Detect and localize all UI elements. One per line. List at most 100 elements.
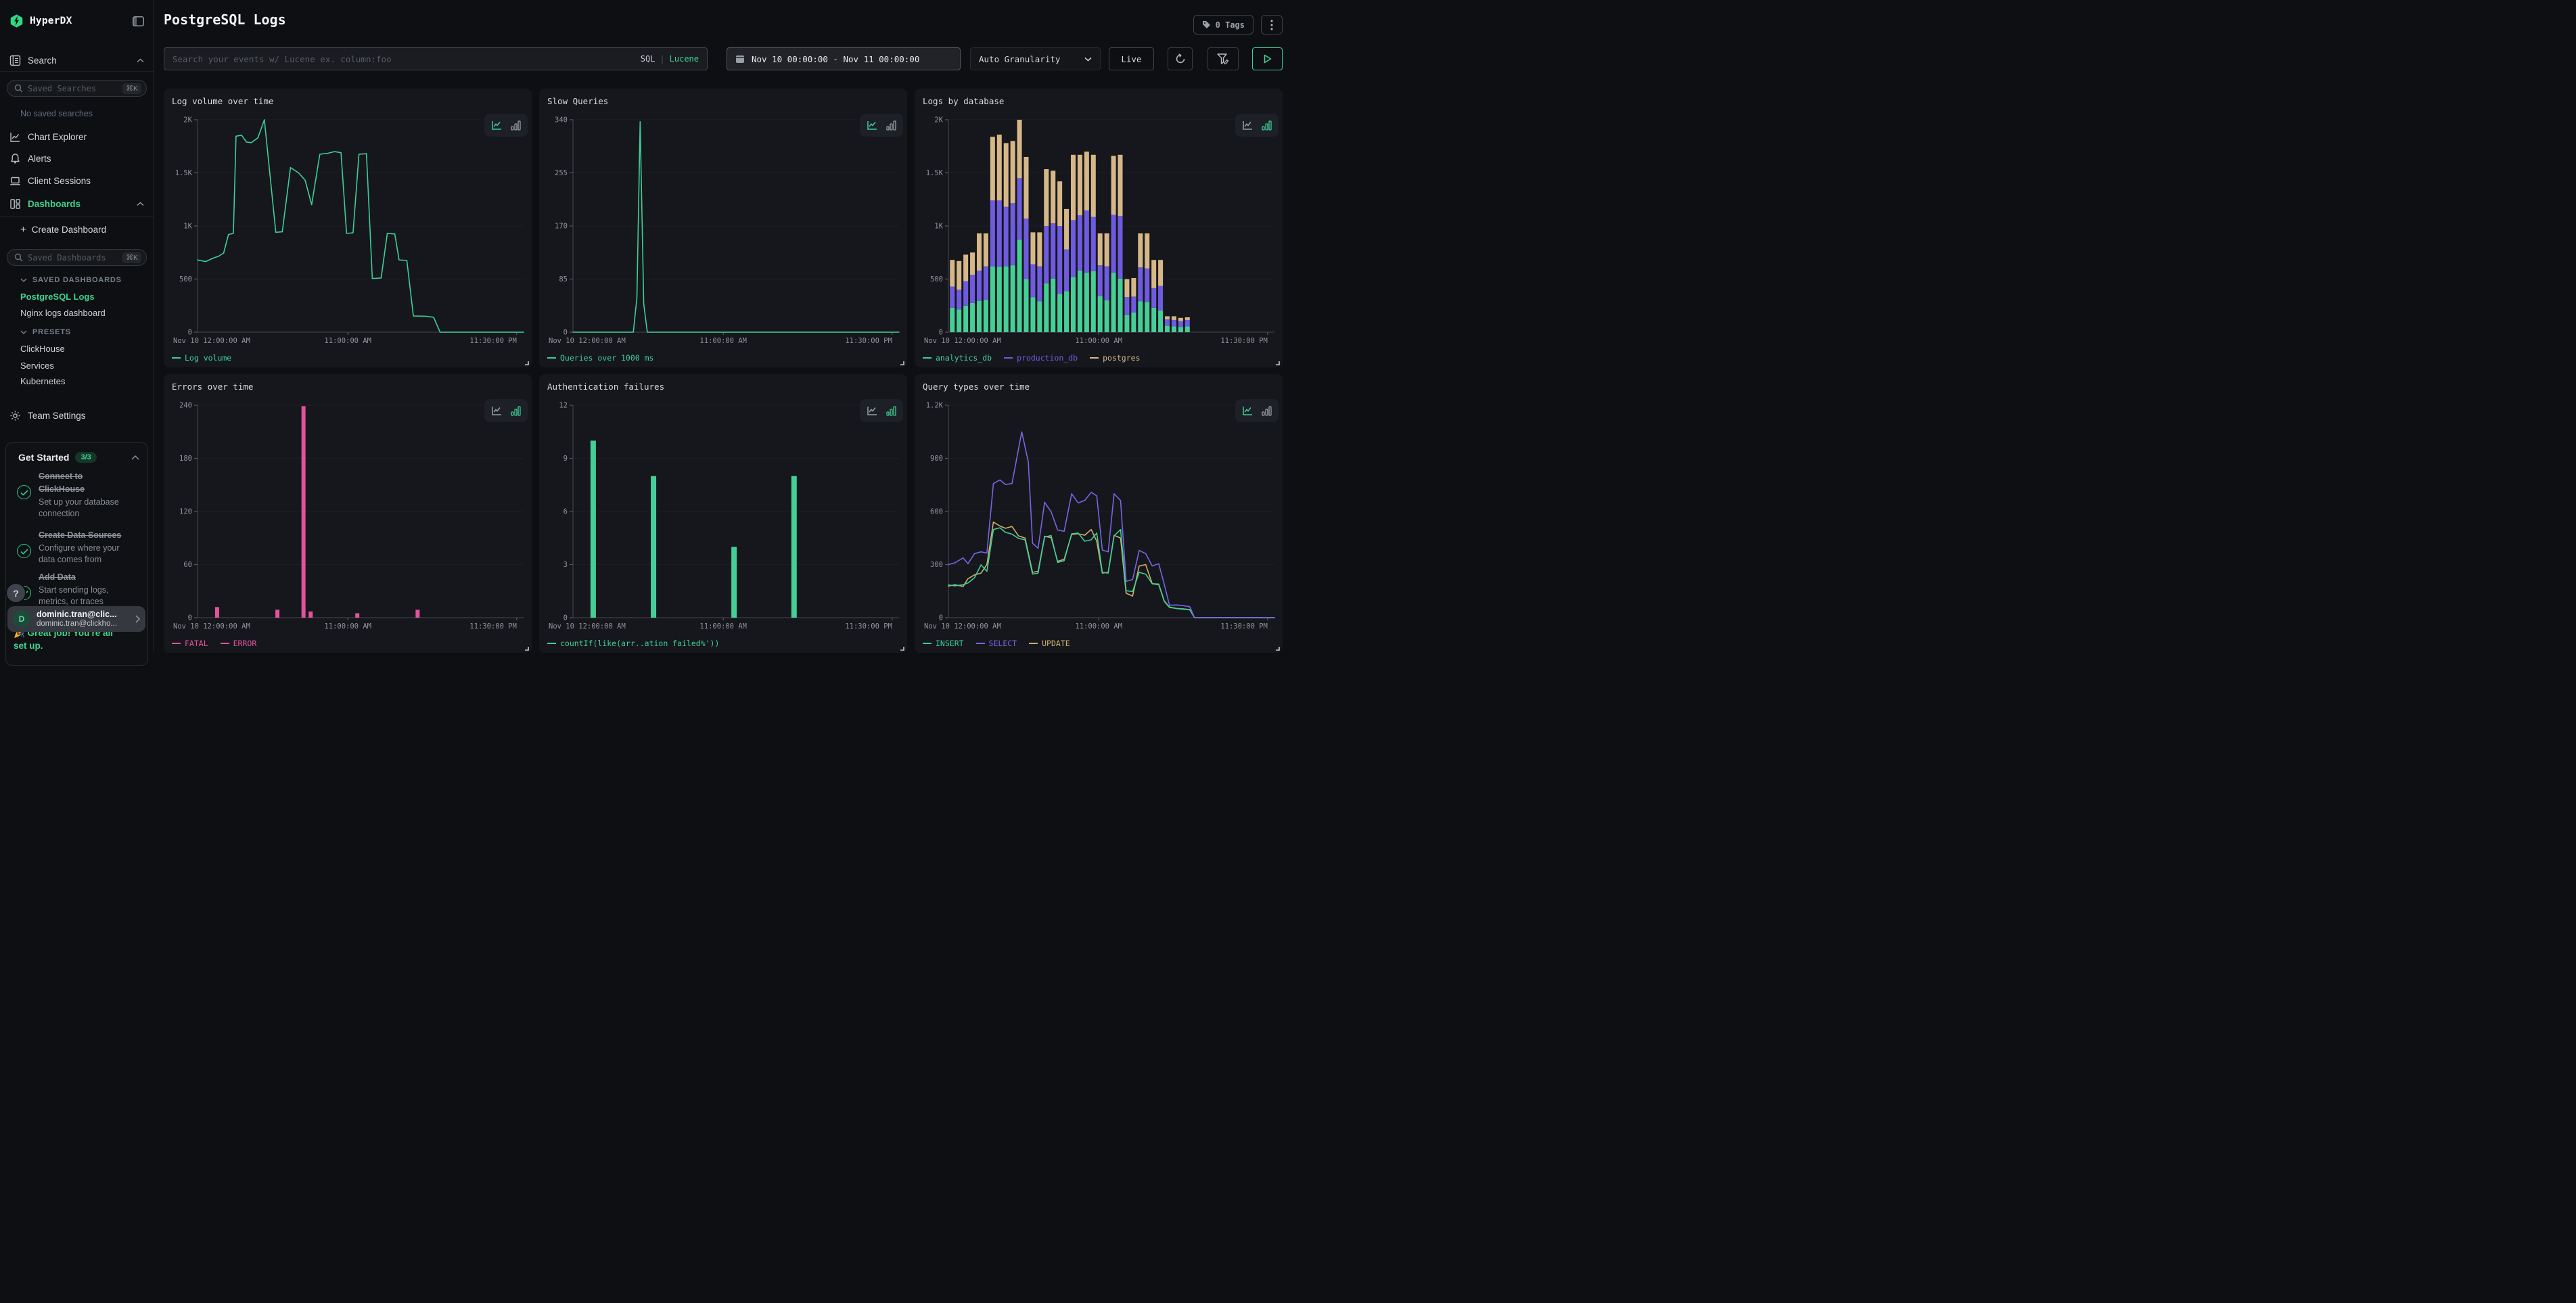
sidebar-item-kubernetes[interactable]: Kubernetes (20, 376, 66, 386)
svg-text:11:00:00 AM: 11:00:00 AM (1075, 337, 1122, 345)
help-button[interactable]: ? (7, 584, 25, 602)
chevron-up-icon[interactable] (131, 455, 139, 460)
page-title: PostgreSQL Logs (164, 12, 286, 28)
svg-text:Nov 10 12:00:00 AM: Nov 10 12:00:00 AM (924, 622, 1001, 631)
svg-text:0: 0 (564, 614, 568, 622)
svg-text:0: 0 (939, 614, 943, 622)
svg-text:0: 0 (188, 614, 192, 622)
bar-view-icon[interactable] (886, 406, 896, 416)
no-saved-searches-text: No saved searches (20, 109, 93, 118)
get-started-item-connect[interactable]: Connect to ClickHouse Set up your databa… (17, 470, 141, 519)
create-dashboard-label: Create Dashboard (32, 225, 106, 235)
chart-plot-area[interactable]: 05001K1.5K2KNov 10 12:00:00 AM11:00:00 A… (921, 112, 1277, 347)
line-view-icon[interactable] (1242, 406, 1254, 416)
resize-handle-icon[interactable] (898, 359, 904, 365)
chart-card-1: Slow Queries085170255340Nov 10 12:00:00 … (539, 89, 907, 367)
legend-item[interactable]: Log volume (172, 353, 231, 363)
tags-button[interactable]: 0 Tags (1193, 15, 1254, 35)
legend-item[interactable]: INSERT (923, 639, 964, 648)
bar-view-icon[interactable] (1262, 406, 1272, 416)
chart-legend: Log volume (172, 353, 231, 363)
resize-handle-icon[interactable] (1274, 645, 1280, 651)
divider (0, 71, 154, 72)
line-chart-icon (9, 131, 21, 143)
chart-plot-area[interactable]: 036912Nov 10 12:00:00 AM11:00:00 AM11:30… (546, 397, 902, 633)
chart-plot-area[interactable]: 03006009001.2KNov 10 12:00:00 AM11:00:00… (921, 397, 1277, 633)
main-content: PostgreSQL Logs 0 Tags Search your event… (155, 0, 1288, 652)
section-presets[interactable]: PRESETS (20, 328, 71, 336)
legend-item[interactable]: analytics_db (923, 353, 992, 363)
lucene-mode-toggle[interactable]: Lucene (670, 54, 699, 64)
svg-text:255: 255 (555, 169, 568, 177)
sidebar-item-postgresql-logs[interactable]: PostgreSQL Logs (20, 292, 95, 302)
line-view-icon[interactable] (1242, 120, 1254, 131)
filter-button[interactable] (1208, 47, 1239, 70)
resize-handle-icon[interactable] (523, 645, 529, 651)
line-view-icon[interactable] (491, 406, 503, 416)
svg-text:Nov 10 12:00:00 AM: Nov 10 12:00:00 AM (173, 337, 250, 345)
saved-dashboards-input[interactable]: Saved Dashboards ⌘K (7, 249, 147, 266)
bar-view-icon[interactable] (1262, 120, 1272, 131)
date-range-value: Nov 10 00:00:00 - Nov 11 00:00:00 (752, 54, 919, 64)
resize-handle-icon[interactable] (898, 645, 904, 651)
saved-searches-input[interactable]: Saved Searches ⌘K (7, 80, 147, 97)
collapse-sidebar-icon[interactable] (133, 16, 144, 26)
svg-text:1K: 1K (183, 223, 192, 231)
create-dashboard-button[interactable]: + Create Dashboard (20, 224, 106, 235)
bar-view-icon[interactable] (511, 406, 521, 416)
sidebar-item-chart-explorer[interactable]: Chart Explorer (0, 129, 154, 145)
resize-handle-icon[interactable] (523, 359, 529, 365)
line-view-icon[interactable] (491, 120, 503, 131)
resize-handle-icon[interactable] (1274, 359, 1280, 365)
sidebar-item-clickhouse[interactable]: ClickHouse (20, 344, 65, 354)
sidebar-item-nginx-logs-dashboard[interactable]: Nginx logs dashboard (20, 308, 106, 318)
bar-view-icon[interactable] (511, 120, 521, 131)
svg-text:1.5K: 1.5K (175, 169, 193, 177)
line-view-icon[interactable] (867, 120, 878, 131)
chart-plot-area[interactable]: 060120180240Nov 10 12:00:00 AM11:00:00 A… (170, 397, 526, 633)
sidebar-item-client-sessions[interactable]: Client Sessions (0, 173, 154, 189)
sidebar-item-alerts[interactable]: Alerts (0, 150, 154, 166)
get-started-item-add-data[interactable]: Add Data Start sending logs, metrics, or… (17, 571, 141, 607)
line-view-icon[interactable] (867, 406, 878, 416)
legend-swatch (923, 643, 932, 644)
svg-text:85: 85 (559, 275, 568, 283)
refresh-button[interactable] (1168, 47, 1193, 70)
legend-item[interactable]: production_db (1004, 353, 1078, 363)
legend-item[interactable]: ERROR (221, 639, 257, 648)
more-options-button[interactable] (1261, 15, 1283, 35)
sidebar-item-dashboards[interactable]: Dashboards (0, 196, 154, 212)
chart-plot-area[interactable]: 085170255340Nov 10 12:00:00 AM11:00:00 A… (546, 112, 902, 347)
date-range-picker[interactable]: Nov 10 00:00:00 - Nov 11 00:00:00 (727, 47, 961, 70)
chart-plot-area[interactable]: 05001K1.5K2KNov 10 12:00:00 AM11:00:00 A… (170, 112, 526, 347)
brand-name: HyperDX (30, 16, 72, 26)
sidebar-item-services[interactable]: Services (20, 361, 54, 371)
legend-item[interactable]: SELECT (976, 639, 1017, 648)
legend-item[interactable]: UPDATE (1029, 639, 1070, 648)
run-query-button[interactable] (1252, 47, 1283, 70)
section-saved-dashboards[interactable]: SAVED DASHBOARDS (20, 276, 122, 284)
event-search-input[interactable]: Search your events w/ Lucene ex. column:… (164, 47, 708, 70)
charts-grid: Log volume over time05001K1.5K2KNov 10 1… (164, 89, 1283, 653)
svg-text:11:00:00 AM: 11:00:00 AM (324, 337, 371, 345)
saved-searches-placeholder: Saved Searches (28, 84, 96, 93)
legend-item[interactable]: Queries over 1000 ms (547, 353, 653, 363)
sidebar-item-team-settings[interactable]: Team Settings (0, 407, 154, 424)
user-menu[interactable]: D dominic.tran@clic... dominic.tran@clic… (7, 606, 145, 632)
live-button[interactable]: Live (1109, 47, 1154, 70)
sidebar-item-search[interactable]: Search (0, 52, 154, 68)
get-started-item-sources[interactable]: Create Data Sources Configure where your… (17, 529, 141, 565)
sql-mode-toggle[interactable]: SQL (641, 54, 656, 64)
svg-text:Nov 10 12:00:00 AM: Nov 10 12:00:00 AM (173, 622, 250, 631)
legend-item[interactable]: countIf(like(arr..ation failed%')) (547, 639, 719, 648)
sidebar-item-label: Team Settings (28, 411, 86, 421)
legend-item[interactable]: postgres (1090, 353, 1140, 363)
granularity-select[interactable]: Auto Granularity (970, 47, 1101, 70)
legend-item[interactable]: FATAL (172, 639, 208, 648)
legend-label: Log volume (185, 353, 231, 363)
search-placeholder: Search your events w/ Lucene ex. column:… (172, 54, 392, 64)
svg-text:240: 240 (179, 402, 192, 410)
hyperdx-logo-icon (9, 14, 24, 28)
bar-view-icon[interactable] (886, 120, 896, 131)
svg-text:500: 500 (179, 275, 192, 283)
